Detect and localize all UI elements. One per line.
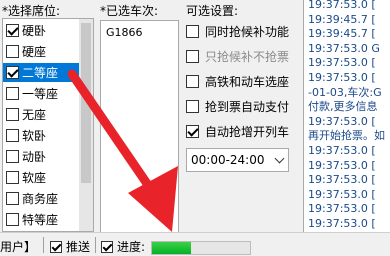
log-line: 19:39:45.7 [ xyxy=(308,27,376,41)
seat-checkbox[interactable] xyxy=(6,213,19,226)
push-checkbox-icon xyxy=(50,240,62,253)
push-toggle[interactable]: 推送 xyxy=(50,238,90,255)
status-bar: 用户】 推送 进度: xyxy=(0,232,390,256)
setting-option[interactable]: 高铁和动车选座 xyxy=(186,72,289,90)
log-line: 付款,更多信息 xyxy=(308,100,378,114)
seat-checkbox[interactable] xyxy=(6,150,19,163)
log-line: 19:37:53.0 [ xyxy=(308,144,376,157)
seat-checkbox[interactable] xyxy=(6,108,19,121)
seat-option[interactable]: 二等座 xyxy=(3,63,81,82)
log-panel[interactable]: 19:37:53.0 [19:39:45.7 [19:39:45.7 [19:3… xyxy=(303,0,390,240)
seat-option[interactable]: 硬卧 xyxy=(3,21,81,40)
progress-bar xyxy=(151,241,251,255)
seat-label: 无座 xyxy=(22,108,47,122)
seat-label: 二等座 xyxy=(22,66,59,80)
log-line: -01-03,车次:G xyxy=(308,85,382,99)
seat-checkbox[interactable] xyxy=(6,87,19,100)
seat-checkbox[interactable] xyxy=(6,129,19,142)
seat-option[interactable]: 特等座 xyxy=(3,210,81,229)
time-range-value: 00:00-24:00 xyxy=(191,153,265,167)
seat-group-label: *选择席位: xyxy=(2,4,61,18)
seat-label: 一等座 xyxy=(22,87,59,101)
setting-checkbox[interactable] xyxy=(186,74,199,88)
seat-option[interactable]: 硬座 xyxy=(3,42,81,61)
seat-option[interactable]: 软卧 xyxy=(3,126,81,145)
setting-option[interactable]: 抢到票自动支付 xyxy=(186,97,289,115)
setting-option[interactable]: 同时抢候补功能 xyxy=(186,22,289,40)
log-line: 再开始抢票。如 xyxy=(308,129,385,143)
log-line: 19:39:45.7 [ xyxy=(308,12,376,26)
log-line: 19:37:53.0 [ xyxy=(308,114,376,128)
setting-option[interactable]: 只抢候补不抢票 xyxy=(186,47,289,65)
seat-list[interactable]: 硬卧硬座二等座一等座无座软卧动卧软座商务座特等座 xyxy=(2,18,94,232)
seat-option[interactable]: 一等座 xyxy=(3,84,81,103)
seat-label: 动卧 xyxy=(22,150,47,164)
chevron-down-icon xyxy=(274,153,285,164)
train-list-item[interactable]: G1866 xyxy=(106,26,143,39)
setting-label: 同时抢候补功能 xyxy=(205,24,290,39)
log-line: 19:37:53.0 [ xyxy=(308,187,376,201)
seat-option[interactable]: 无座 xyxy=(3,105,81,124)
log-line: 19:37:53.0 G xyxy=(308,41,380,55)
log-line: 19:37:53.0 [ xyxy=(308,217,376,230)
train-group-label: *已选车次: xyxy=(100,4,159,18)
setting-checkbox[interactable] xyxy=(186,24,199,38)
seat-checkbox[interactable] xyxy=(6,66,19,79)
setting-checkbox[interactable] xyxy=(186,124,199,138)
seat-label: 商务座 xyxy=(22,192,59,206)
seat-list-scroll-thumb[interactable] xyxy=(81,23,91,183)
progress-checkbox-icon xyxy=(101,240,113,253)
setting-checkbox[interactable] xyxy=(186,49,199,63)
log-line: 19:37:53.0 [ xyxy=(308,56,376,70)
setting-label: 抢到票自动支付 xyxy=(205,99,290,114)
progress-bar-fill xyxy=(152,242,192,254)
push-label: 推送 xyxy=(66,240,91,254)
progress-status: 进度: xyxy=(101,238,145,255)
selected-train-list[interactable]: G1866 xyxy=(100,20,179,242)
seat-label: 硬座 xyxy=(22,45,47,59)
log-line: 19:37:53.0 [ xyxy=(308,173,376,187)
log-line: 19:37:53.0 [ xyxy=(308,0,376,11)
user-label: 用户】 xyxy=(0,240,37,254)
seat-option[interactable]: 软座 xyxy=(3,168,81,187)
log-line: 19:37:53.0 [ xyxy=(308,71,376,84)
settings-group-label: 可选设置: xyxy=(186,4,239,18)
setting-label: 自动抢增开列车 xyxy=(205,124,290,139)
seat-checkbox[interactable] xyxy=(6,192,19,205)
seat-label: 软卧 xyxy=(22,129,47,143)
setting-label: 只抢候补不抢票 xyxy=(205,49,290,64)
progress-label: 进度: xyxy=(117,240,146,254)
seat-list-scrollbar[interactable] xyxy=(79,19,93,231)
seat-label: 软座 xyxy=(22,171,47,185)
log-line: 19:37:53.0 [ xyxy=(308,202,376,216)
setting-checkbox[interactable] xyxy=(186,99,199,113)
setting-label: 高铁和动车选座 xyxy=(205,74,290,89)
seat-label: 硬卧 xyxy=(22,24,47,38)
status-divider xyxy=(43,237,44,253)
seat-label: 特等座 xyxy=(22,213,59,227)
status-divider xyxy=(95,237,96,253)
log-line: 19:37:53.0 [ xyxy=(308,158,376,172)
seat-checkbox[interactable] xyxy=(6,24,19,37)
seat-checkbox[interactable] xyxy=(6,171,19,184)
time-range-select[interactable]: 00:00-24:00 xyxy=(186,148,289,172)
seat-option[interactable]: 商务座 xyxy=(3,189,81,208)
user-status[interactable]: 用户】 xyxy=(0,238,36,255)
seat-option[interactable]: 动卧 xyxy=(3,147,81,166)
setting-option[interactable]: 自动抢增开列车 xyxy=(186,122,289,140)
seat-checkbox[interactable] xyxy=(6,45,19,58)
